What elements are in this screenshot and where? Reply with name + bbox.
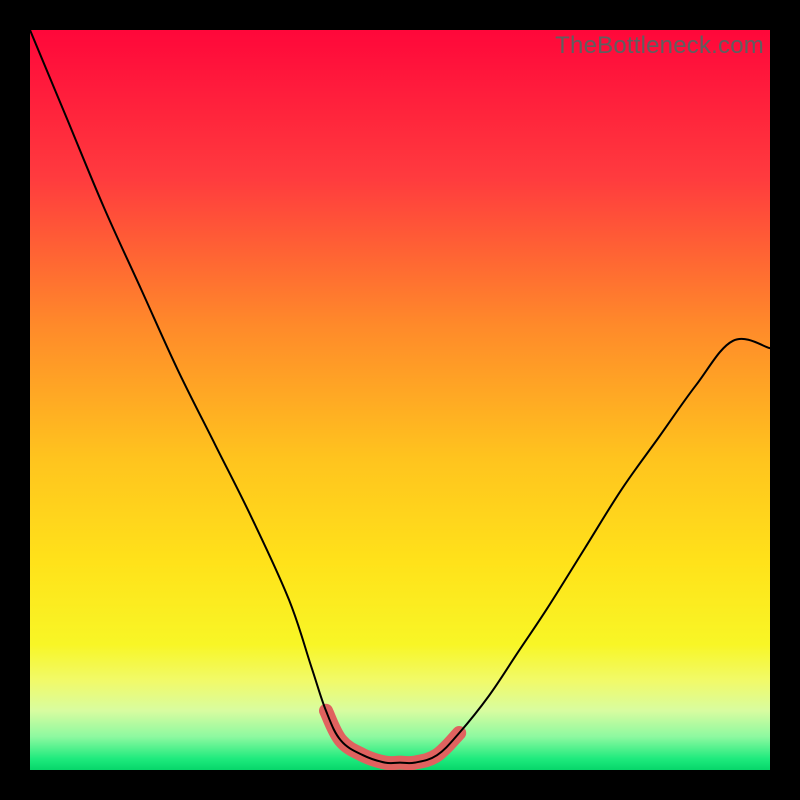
chart-stage: TheBottleneck.com <box>0 0 800 800</box>
curve-layer <box>30 30 770 770</box>
bottleneck-curve <box>30 30 770 763</box>
plot-area: TheBottleneck.com <box>30 30 770 770</box>
flat-bottom-highlight <box>326 711 459 763</box>
watermark-text: TheBottleneck.com <box>555 32 764 60</box>
